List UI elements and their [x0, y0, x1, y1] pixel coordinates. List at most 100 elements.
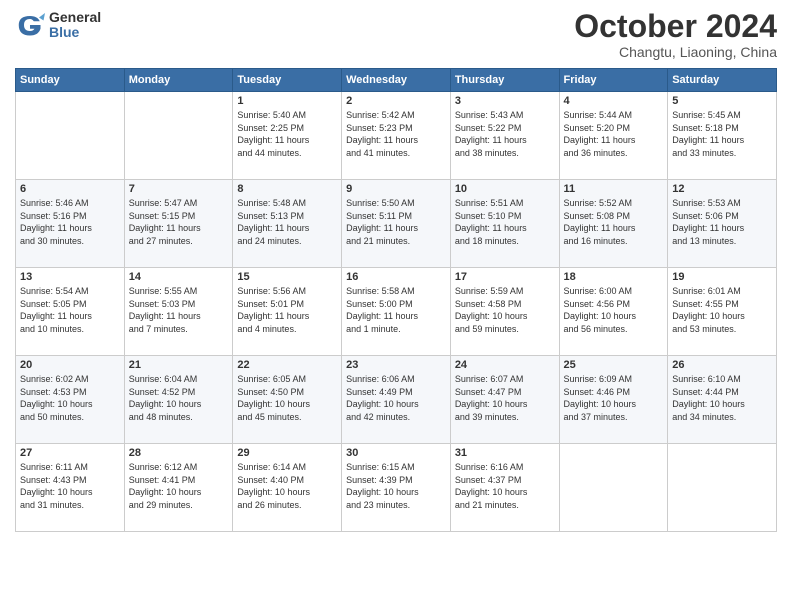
day-number: 24	[455, 359, 555, 371]
calendar-cell	[668, 444, 777, 532]
weekday-header-thursday: Thursday	[450, 69, 559, 92]
calendar-cell: 5 Sunrise: 5:45 AM Sunset: 5:18 PM Daylig…	[668, 92, 777, 180]
day-info: Sunrise: 6:12 AM Sunset: 4:41 PM Dayligh…	[129, 461, 229, 511]
logo-general-text: General	[49, 10, 101, 25]
calendar-cell: 29 Sunrise: 6:14 AM Sunset: 4:40 PM Dayli…	[233, 444, 342, 532]
calendar-cell: 8 Sunrise: 5:48 AM Sunset: 5:13 PM Daylig…	[233, 180, 342, 268]
day-number: 2	[346, 95, 446, 107]
day-info: Sunrise: 5:42 AM Sunset: 5:23 PM Dayligh…	[346, 109, 446, 159]
day-number: 29	[237, 447, 337, 459]
calendar-cell: 23Sunrise: 6:06 AM Sunset: 4:49 PM Dayli…	[342, 356, 451, 444]
day-info: Sunrise: 6:09 AM Sunset: 4:46 PM Dayligh…	[564, 373, 664, 423]
weekday-header-row: SundayMondayTuesdayWednesdayThursdayFrid…	[16, 69, 777, 92]
day-info: Sunrise: 6:14 AM Sunset: 4:40 PM Dayligh…	[237, 461, 337, 511]
day-info: Sunrise: 6:00 AM Sunset: 4:56 PM Dayligh…	[564, 285, 664, 335]
calendar-cell: 19 Sunrise: 6:01 AM Sunset: 4:55 PM Dayli…	[668, 268, 777, 356]
day-number: 16	[346, 271, 446, 283]
calendar-week-3: 13Sunrise: 5:54 AM Sunset: 5:05 PM Dayli…	[16, 268, 777, 356]
day-info: Sunrise: 6:02 AM Sunset: 4:53 PM Dayligh…	[20, 373, 120, 423]
day-info: Sunrise: 6:01 AM Sunset: 4:55 PM Dayligh…	[672, 285, 772, 335]
day-info: Sunrise: 5:40 AM Sunset: 2:25 PM Dayligh…	[237, 109, 337, 159]
day-info: Sunrise: 5:55 AM Sunset: 5:03 PM Dayligh…	[129, 285, 229, 335]
calendar-cell: 16 Sunrise: 5:58 AM Sunset: 5:00 PM Dayli…	[342, 268, 451, 356]
location: Changtu, Liaoning, China	[574, 44, 777, 60]
day-number: 8	[237, 183, 337, 195]
day-info: Sunrise: 6:06 AM Sunset: 4:49 PM Dayligh…	[346, 373, 446, 423]
day-number: 10	[455, 183, 555, 195]
day-number: 28	[129, 447, 229, 459]
day-info: Sunrise: 5:45 AM Sunset: 5:18 PM Dayligh…	[672, 109, 772, 159]
day-info: Sunrise: 5:54 AM Sunset: 5:05 PM Dayligh…	[20, 285, 120, 335]
weekday-header-monday: Monday	[124, 69, 233, 92]
calendar-cell: 6Sunrise: 5:46 AM Sunset: 5:16 PM Daylig…	[16, 180, 125, 268]
calendar-cell	[559, 444, 668, 532]
day-number: 20	[20, 359, 120, 371]
day-info: Sunrise: 5:43 AM Sunset: 5:22 PM Dayligh…	[455, 109, 555, 159]
day-number: 26	[672, 359, 772, 371]
calendar-cell: 27Sunrise: 6:11 AM Sunset: 4:43 PM Dayli…	[16, 444, 125, 532]
title-section: October 2024 Changtu, Liaoning, China	[574, 10, 777, 60]
calendar-cell: 22 Sunrise: 6:05 AM Sunset: 4:50 PM Dayli…	[233, 356, 342, 444]
weekday-header-wednesday: Wednesday	[342, 69, 451, 92]
calendar-week-4: 20 Sunrise: 6:02 AM Sunset: 4:53 PM Dayli…	[16, 356, 777, 444]
day-info: Sunrise: 5:50 AM Sunset: 5:11 PM Dayligh…	[346, 197, 446, 247]
logo: General Blue	[15, 10, 101, 41]
calendar-cell: 30 Sunrise: 6:15 AM Sunset: 4:39 PM Dayli…	[342, 444, 451, 532]
calendar-cell: 21Sunrise: 6:04 AM Sunset: 4:52 PM Dayli…	[124, 356, 233, 444]
day-info: Sunrise: 5:53 AM Sunset: 5:06 PM Dayligh…	[672, 197, 772, 247]
day-info: Sunrise: 5:58 AM Sunset: 5:00 PM Dayligh…	[346, 285, 446, 335]
day-number: 22	[237, 359, 337, 371]
logo-blue-text: Blue	[49, 25, 101, 40]
calendar-cell: 25 Sunrise: 6:09 AM Sunset: 4:46 PM Dayli…	[559, 356, 668, 444]
day-info: Sunrise: 6:07 AM Sunset: 4:47 PM Dayligh…	[455, 373, 555, 423]
day-number: 21	[129, 359, 229, 371]
day-info: Sunrise: 6:15 AM Sunset: 4:39 PM Dayligh…	[346, 461, 446, 511]
day-number: 3	[455, 95, 555, 107]
calendar-cell: 10 Sunrise: 5:51 AM Sunset: 5:10 PM Dayli…	[450, 180, 559, 268]
day-number: 30	[346, 447, 446, 459]
day-number: 25	[564, 359, 664, 371]
day-number: 19	[672, 271, 772, 283]
calendar-page: General Blue October 2024 Changtu, Liaon…	[0, 0, 792, 612]
day-number: 9	[346, 183, 446, 195]
day-info: Sunrise: 5:44 AM Sunset: 5:20 PM Dayligh…	[564, 109, 664, 159]
day-info: Sunrise: 5:51 AM Sunset: 5:10 PM Dayligh…	[455, 197, 555, 247]
weekday-header-tuesday: Tuesday	[233, 69, 342, 92]
calendar-cell: 15Sunrise: 5:56 AM Sunset: 5:01 PM Dayli…	[233, 268, 342, 356]
weekday-header-saturday: Saturday	[668, 69, 777, 92]
calendar-cell	[16, 92, 125, 180]
calendar-cell: 2 Sunrise: 5:42 AM Sunset: 5:23 PM Daylig…	[342, 92, 451, 180]
calendar-cell: 17Sunrise: 5:59 AM Sunset: 4:58 PM Dayli…	[450, 268, 559, 356]
day-number: 14	[129, 271, 229, 283]
day-number: 7	[129, 183, 229, 195]
day-info: Sunrise: 6:10 AM Sunset: 4:44 PM Dayligh…	[672, 373, 772, 423]
day-info: Sunrise: 6:16 AM Sunset: 4:37 PM Dayligh…	[455, 461, 555, 511]
day-number: 5	[672, 95, 772, 107]
calendar-cell: 9 Sunrise: 5:50 AM Sunset: 5:11 PM Daylig…	[342, 180, 451, 268]
day-info: Sunrise: 5:46 AM Sunset: 5:16 PM Dayligh…	[20, 197, 120, 247]
calendar-cell: 7 Sunrise: 5:47 AM Sunset: 5:15 PM Daylig…	[124, 180, 233, 268]
day-info: Sunrise: 6:11 AM Sunset: 4:43 PM Dayligh…	[20, 461, 120, 511]
calendar-body: 1Sunrise: 5:40 AM Sunset: 2:25 PM Daylig…	[16, 92, 777, 532]
calendar-week-1: 1Sunrise: 5:40 AM Sunset: 2:25 PM Daylig…	[16, 92, 777, 180]
calendar-cell: 4 Sunrise: 5:44 AM Sunset: 5:20 PM Daylig…	[559, 92, 668, 180]
day-info: Sunrise: 5:59 AM Sunset: 4:58 PM Dayligh…	[455, 285, 555, 335]
day-number: 31	[455, 447, 555, 459]
calendar-cell	[124, 92, 233, 180]
calendar-week-5: 27Sunrise: 6:11 AM Sunset: 4:43 PM Dayli…	[16, 444, 777, 532]
day-info: Sunrise: 5:48 AM Sunset: 5:13 PM Dayligh…	[237, 197, 337, 247]
logo-text: General Blue	[49, 10, 101, 41]
header: General Blue October 2024 Changtu, Liaon…	[15, 10, 777, 60]
day-number: 4	[564, 95, 664, 107]
day-number: 18	[564, 271, 664, 283]
day-info: Sunrise: 5:47 AM Sunset: 5:15 PM Dayligh…	[129, 197, 229, 247]
calendar-cell: 26 Sunrise: 6:10 AM Sunset: 4:44 PM Dayli…	[668, 356, 777, 444]
month-title: October 2024	[574, 10, 777, 42]
calendar-cell: 28 Sunrise: 6:12 AM Sunset: 4:41 PM Dayli…	[124, 444, 233, 532]
day-info: Sunrise: 6:05 AM Sunset: 4:50 PM Dayligh…	[237, 373, 337, 423]
calendar-cell: 1Sunrise: 5:40 AM Sunset: 2:25 PM Daylig…	[233, 92, 342, 180]
calendar-week-2: 6Sunrise: 5:46 AM Sunset: 5:16 PM Daylig…	[16, 180, 777, 268]
calendar-cell: 3 Sunrise: 5:43 AM Sunset: 5:22 PM Daylig…	[450, 92, 559, 180]
day-info: Sunrise: 5:52 AM Sunset: 5:08 PM Dayligh…	[564, 197, 664, 247]
calendar-cell: 20 Sunrise: 6:02 AM Sunset: 4:53 PM Dayli…	[16, 356, 125, 444]
